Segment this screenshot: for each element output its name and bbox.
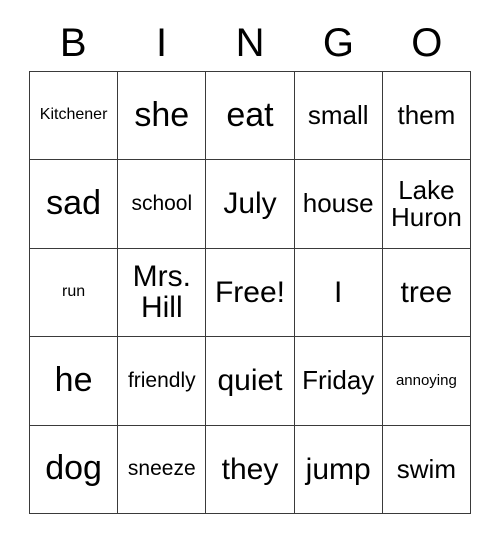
bingo-cell-r3c5[interactable]: tree xyxy=(382,248,471,338)
bingo-cell-text: swim xyxy=(396,453,456,484)
bingo-cell-r1c2[interactable]: she xyxy=(118,72,207,161)
bingo-cell-text: sad xyxy=(46,184,101,223)
bingo-cell-text: eat xyxy=(226,95,274,134)
bingo-cell-r3c1[interactable]: run xyxy=(30,248,119,338)
bingo-cell-r4c3[interactable]: quiet xyxy=(206,337,295,426)
bingo-cell-text: run xyxy=(62,283,86,301)
bingo-cell-text: small xyxy=(307,100,369,131)
bingo-cell-r4c5[interactable]: annoying xyxy=(382,337,471,426)
bingo-cell-text: Friday xyxy=(302,365,375,396)
bingo-cell-text: school xyxy=(131,192,193,216)
bingo-cell-r5c1[interactable]: dog xyxy=(30,425,119,514)
bingo-header-letter-o: O xyxy=(411,21,443,65)
bingo-header-letter-n: N xyxy=(235,21,265,65)
bingo-cell-r2c4[interactable]: house xyxy=(294,160,383,249)
bingo-cell-text: Mrs. Hill xyxy=(132,259,191,325)
bingo-cell-text: them xyxy=(397,100,456,131)
bingo-cell-text: tree xyxy=(400,275,453,309)
bingo-card: B I N G O Kitchener she eat small them s… xyxy=(0,0,500,544)
bingo-cell-r2c5[interactable]: Lake Huron xyxy=(382,160,471,249)
bingo-cell-r5c5[interactable]: swim xyxy=(382,425,471,514)
bingo-cell-text: they xyxy=(221,452,279,486)
bingo-header-letter-i: I xyxy=(156,21,168,65)
bingo-header-letter-b: B xyxy=(59,21,87,65)
bingo-cell-r2c1[interactable]: sad xyxy=(30,160,119,249)
bingo-cell-r3c4[interactable]: I xyxy=(294,248,383,338)
bingo-cell-text: jump xyxy=(305,452,371,486)
bingo-cell-text: sneeze xyxy=(127,457,196,481)
bingo-grid: Kitchener she eat small them sad school … xyxy=(29,71,471,514)
bingo-cell-r5c2[interactable]: sneeze xyxy=(118,425,207,514)
bingo-cell-r1c5[interactable]: them xyxy=(382,72,471,161)
bingo-cell-r5c4[interactable]: jump xyxy=(294,425,383,514)
bingo-cell-text: July xyxy=(223,187,277,221)
bingo-cell-r1c4[interactable]: small xyxy=(294,72,383,161)
bingo-cell-r4c4[interactable]: Friday xyxy=(294,337,383,426)
bingo-cell-text: friendly xyxy=(127,368,196,392)
bingo-cell-text: quiet xyxy=(217,364,283,398)
bingo-cell-text: she xyxy=(134,95,190,134)
bingo-cell-r5c3[interactable]: they xyxy=(206,425,295,514)
bingo-cell-r4c2[interactable]: friendly xyxy=(118,337,207,426)
bingo-cell-text: annoying xyxy=(395,372,457,390)
bingo-cell-text: Kitchener xyxy=(39,106,108,124)
bingo-cell-free-space[interactable]: Free! xyxy=(206,248,295,338)
bingo-cell-r3c2[interactable]: Mrs. Hill xyxy=(118,248,207,338)
bingo-cell-r1c1[interactable]: Kitchener xyxy=(30,72,119,161)
bingo-cell-text: he xyxy=(54,361,93,400)
bingo-cell-r1c3[interactable]: eat xyxy=(206,72,295,161)
bingo-cell-r4c1[interactable]: he xyxy=(30,337,119,426)
bingo-cell-text: Lake Huron xyxy=(390,174,462,233)
bingo-header-letter-g: G xyxy=(322,21,354,65)
bingo-cell-r2c3[interactable]: July xyxy=(206,160,295,249)
bingo-cell-text: Free! xyxy=(214,275,285,309)
bingo-cell-text: house xyxy=(302,188,374,219)
bingo-cell-text: dog xyxy=(45,449,102,488)
bingo-cell-r2c2[interactable]: school xyxy=(118,160,207,249)
bingo-cell-text: I xyxy=(334,275,343,309)
bingo-header: B I N G O xyxy=(29,18,471,68)
